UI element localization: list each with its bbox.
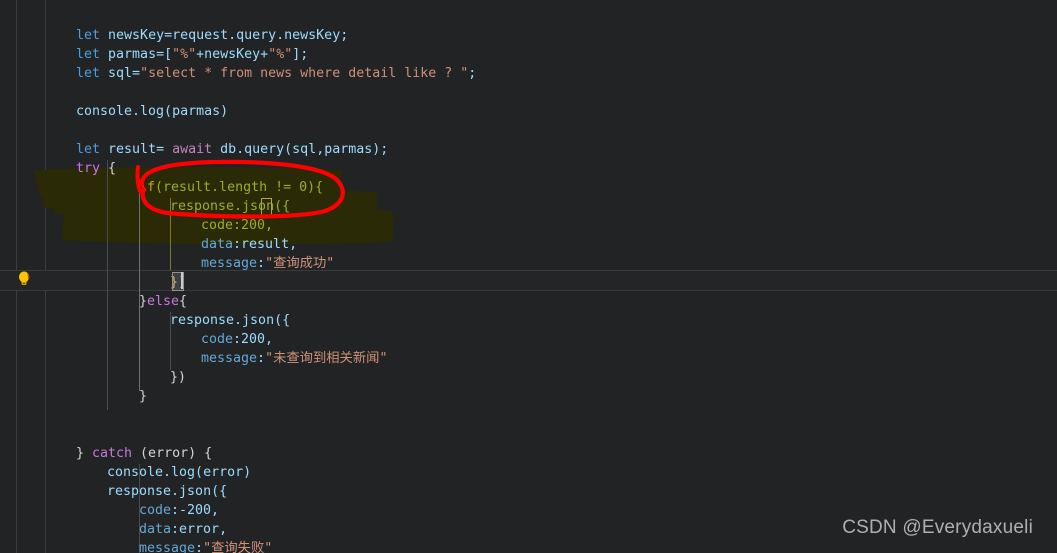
token-keyword-let: let <box>76 47 101 62</box>
token-key-message: message <box>139 541 196 553</box>
token-keyword-let: let <box>76 142 101 157</box>
token-console-log-error: console.log(error) <box>107 465 252 480</box>
code-line-18: message:"未查询到相关新闻" <box>0 349 387 368</box>
token-brace-open: { <box>282 199 291 214</box>
code-line-16: response.json({ <box>0 311 290 330</box>
code-line-3: let sql="select * from news where detail… <box>0 64 476 83</box>
code-line-8: try { <box>0 159 116 178</box>
code-line-15: }else{ <box>0 292 187 311</box>
token-keyword-catch: catch <box>92 446 133 461</box>
token-close-brace: } <box>139 389 148 404</box>
code-line-17: code:200, <box>0 330 273 349</box>
token-identifier: sql= <box>100 66 141 81</box>
token-console-log: console.log(parmas) <box>76 104 229 119</box>
token-value-200: :200, <box>233 332 274 347</box>
token-catch-params: (error) { <box>132 446 213 461</box>
token-key-data: data <box>201 237 234 252</box>
token-brace: { <box>100 161 117 176</box>
code-line-20: } <box>0 387 147 406</box>
lightbulb-icon[interactable] <box>17 271 31 287</box>
code-line-5: console.log(parmas) <box>0 102 228 121</box>
bracket-match-open-paren <box>261 198 272 216</box>
token-value-minus-200: :-200, <box>171 503 220 518</box>
token-operator: +newsKey+ <box>196 47 269 62</box>
code-line-25: response.json({ <box>0 482 227 501</box>
code-line-1: let newsKey=request.query.newsKey; <box>0 26 348 45</box>
token-response-json-call: response.json({ <box>107 484 228 499</box>
token-condition: (result.length != 0){ <box>155 180 324 195</box>
token-colon: : <box>257 351 266 366</box>
token-keyword-let: let <box>76 28 101 43</box>
token-string-success: "查询成功" <box>265 256 335 271</box>
code-editor-window: let newsKey=request.query.newsKey; let p… <box>0 0 1057 553</box>
token-keyword-if: if <box>139 180 156 195</box>
token-string: "%" <box>268 47 293 62</box>
token-identifier: parmas=[ <box>100 47 173 62</box>
code-line-23: } catch (error) { <box>0 444 212 463</box>
token-call: db.query(sql,parmas); <box>212 142 389 157</box>
token-key-data: data <box>139 522 172 537</box>
text-caret <box>181 272 183 289</box>
token-identifier: result= <box>100 142 173 157</box>
code-line-2: let parmas=["%"+newsKey+"%"]; <box>0 45 308 64</box>
token-punctuation: ; <box>468 66 477 81</box>
token-string-not-found: "未查询到相关新闻" <box>265 351 388 366</box>
code-line-10: response.json({ <box>0 197 290 216</box>
token-close-brace: } <box>139 294 148 309</box>
code-line-19: }) <box>0 368 186 387</box>
code-line-12: data:result, <box>0 235 297 254</box>
token-key-code: code <box>201 332 234 347</box>
token-expression: newsKey=request.query.newsKey; <box>100 28 349 43</box>
token-string: "%" <box>172 47 197 62</box>
token-keyword-await: await <box>172 142 213 157</box>
token-close-brace-paren: }) <box>170 370 187 385</box>
token-keyword-try: try <box>76 161 101 176</box>
token-key-message: message <box>201 256 258 271</box>
token-string-failed: "查询失败" <box>203 541 273 553</box>
code-line-11: code:200, <box>0 216 273 235</box>
token-colon: : <box>257 256 266 271</box>
token-close-brace: } <box>76 446 93 461</box>
code-line-28: message:"查询失败" <box>0 539 272 553</box>
token-value-result: :result, <box>233 237 298 252</box>
token-colon: : <box>195 541 204 553</box>
token-key-code: code <box>201 218 234 233</box>
token-key-code: code <box>139 503 172 518</box>
token-open-brace: { <box>179 294 188 309</box>
csdn-watermark: CSDN @Everydaxueli <box>842 517 1033 538</box>
code-line-24: console.log(error) <box>0 463 251 482</box>
code-line-26: code:-200, <box>0 501 219 520</box>
code-line-13: message:"查询成功" <box>0 254 334 273</box>
token-value-200: :200, <box>233 218 274 233</box>
token-punctuation: ]; <box>292 47 309 62</box>
code-content[interactable]: let newsKey=request.query.newsKey; let p… <box>0 0 1057 553</box>
token-value-error: :error, <box>171 522 228 537</box>
code-line-9: if(result.length != 0){ <box>0 178 323 197</box>
token-keyword-else: else <box>147 294 180 309</box>
token-key-message: message <box>201 351 258 366</box>
token-keyword-let: let <box>76 66 101 81</box>
code-line-27: data:error, <box>0 520 227 539</box>
code-line-7: let result= await db.query(sql,parmas); <box>0 140 388 159</box>
token-response-json-call: response.json({ <box>170 313 291 328</box>
token-sql-string: "select * from news where detail like ? … <box>140 66 469 81</box>
